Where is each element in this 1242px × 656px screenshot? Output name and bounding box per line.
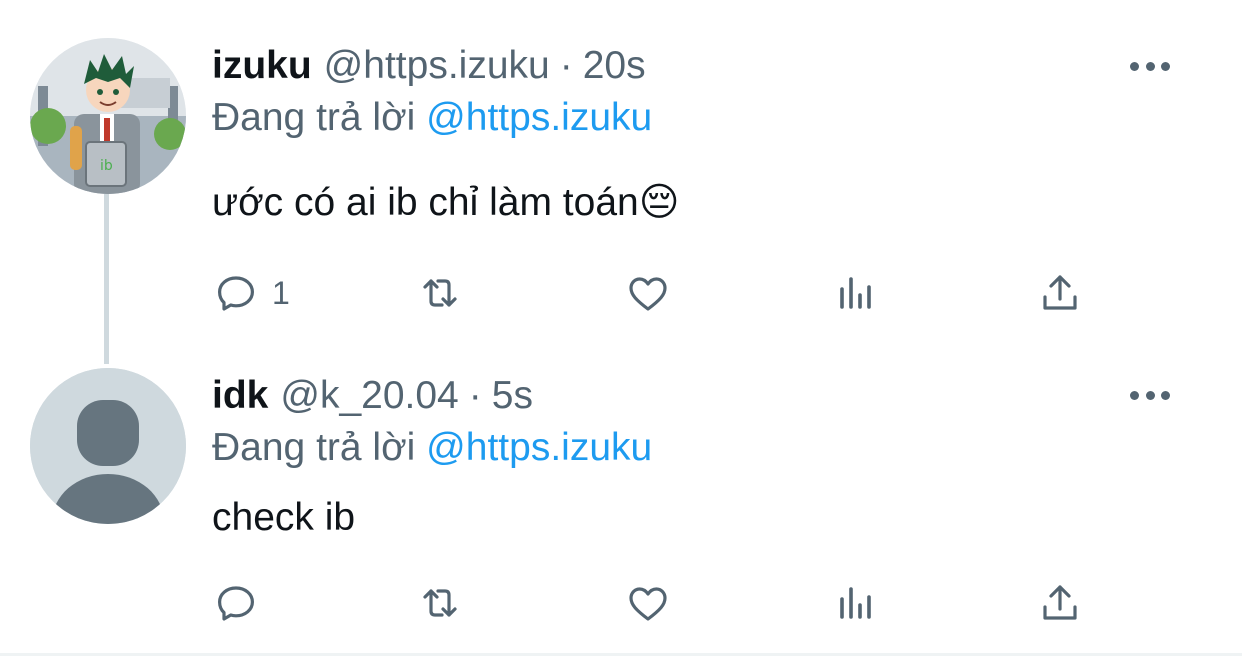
default-profile-icon: [30, 368, 186, 524]
reply-icon: [218, 586, 254, 621]
share-button[interactable]: [1036, 268, 1084, 318]
user-handle[interactable]: @k_20.04: [280, 374, 458, 418]
replying-to: Đang trả lời @https.izuku: [212, 96, 652, 140]
separator: ·: [468, 374, 482, 417]
reply-button[interactable]: [212, 578, 260, 628]
tweet[interactable]: idk @k_20.04 · 5s Đang trả lời @https.iz…: [0, 340, 1242, 656]
replying-to-label: Đang trả lời: [212, 426, 416, 469]
separator: ·: [559, 44, 573, 87]
replying-to-mention[interactable]: @https.izuku: [426, 426, 652, 469]
tweet-actions: 1: [0, 268, 1242, 318]
tweet-text: check ib: [212, 496, 356, 539]
timestamp[interactable]: 20s: [583, 44, 646, 88]
svg-text:ib: ib: [100, 158, 113, 174]
tweet-actions: [0, 578, 1242, 628]
more-icon[interactable]: [1130, 60, 1170, 72]
avatar[interactable]: [30, 368, 186, 524]
reply-button[interactable]: 1: [212, 268, 290, 318]
replying-to-mention[interactable]: @https.izuku: [426, 96, 652, 139]
display-name[interactable]: izuku: [212, 44, 312, 88]
user-handle[interactable]: @https.izuku: [324, 44, 550, 88]
retweet-button[interactable]: [416, 268, 464, 318]
stats-icon: [840, 587, 871, 619]
retweet-icon: [423, 589, 457, 617]
anime-character-avatar-icon: ib: [30, 38, 186, 194]
more-icon[interactable]: [1130, 389, 1170, 401]
like-icon: [629, 587, 667, 621]
tweet[interactable]: ib izuku @https.izuku · 20s Đang trả lời…: [0, 0, 1242, 340]
replying-to: Đang trả lời @https.izuku: [212, 426, 652, 470]
stats-button[interactable]: [832, 578, 880, 628]
share-button[interactable]: [1036, 578, 1084, 628]
share-icon: [1043, 275, 1077, 310]
tweet-header: idk @k_20.04 · 5s: [212, 374, 533, 418]
replying-to-label: Đang trả lời: [212, 96, 416, 139]
tweet-text: ước có ai ib chỉ làm toán😔: [212, 181, 680, 224]
reply-icon: [218, 276, 254, 311]
timestamp[interactable]: 5s: [492, 374, 533, 418]
like-button[interactable]: [624, 268, 672, 318]
retweet-icon: [423, 279, 457, 307]
retweet-button[interactable]: [416, 578, 464, 628]
share-icon: [1043, 585, 1077, 620]
like-icon: [629, 277, 667, 311]
avatar[interactable]: ib: [30, 38, 186, 194]
stats-button[interactable]: [832, 268, 880, 318]
tweet-header: izuku @https.izuku · 20s: [212, 44, 646, 88]
reply-count: 1: [272, 274, 290, 311]
display-name[interactable]: idk: [212, 374, 268, 418]
like-button[interactable]: [624, 578, 672, 628]
stats-icon: [840, 277, 871, 309]
